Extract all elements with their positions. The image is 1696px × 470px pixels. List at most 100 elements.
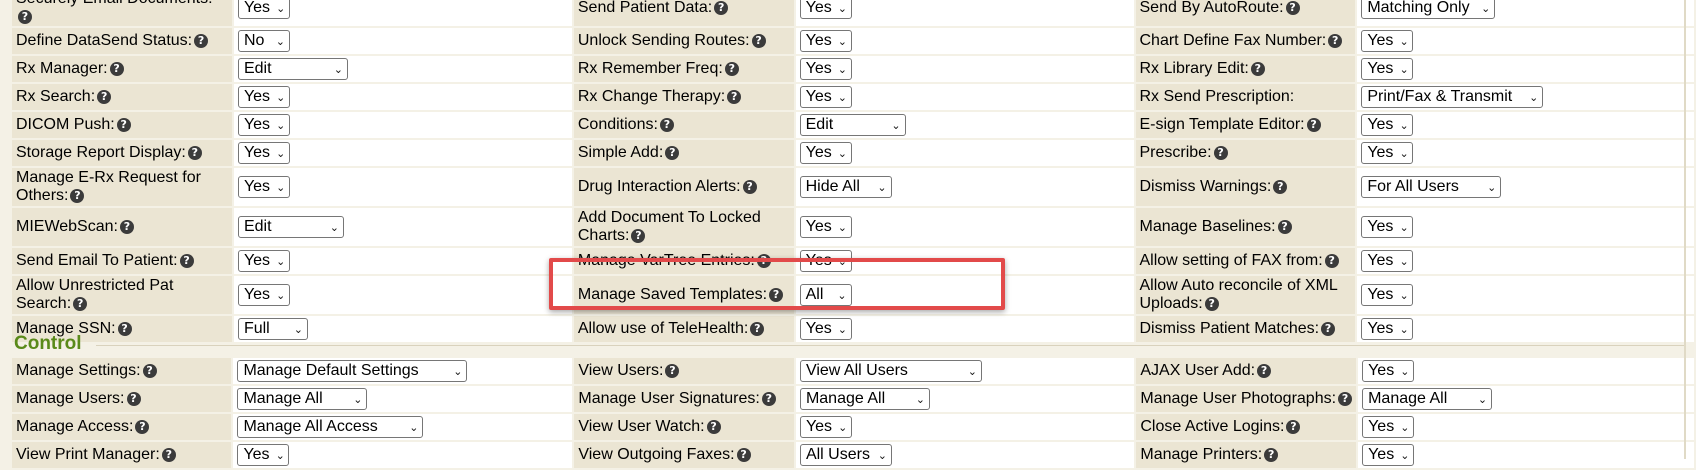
permission-label-cell: Close Active Logins:? <box>1136 414 1357 440</box>
dropdown-select[interactable]: Yes ⌄ <box>1361 58 1414 80</box>
dropdown-select[interactable]: Edit ⌄ <box>237 216 344 238</box>
dropdown-select[interactable]: Yes ⌄ <box>799 86 852 108</box>
dropdown-select[interactable]: View All Users ⌄ <box>799 360 982 382</box>
help-icon[interactable]: ? <box>706 419 721 434</box>
dropdown-value: Manage All <box>1368 390 1448 407</box>
dropdown-select[interactable]: Yes ⌄ <box>1361 142 1414 164</box>
dropdown-select[interactable]: Yes ⌄ <box>1361 318 1414 340</box>
chevron-down-icon: ⌄ <box>275 34 285 48</box>
dropdown-select[interactable]: Yes ⌄ <box>237 142 290 164</box>
help-icon[interactable]: ? <box>70 188 85 203</box>
help-icon[interactable]: ? <box>761 391 776 406</box>
help-icon[interactable]: ? <box>135 419 150 434</box>
dropdown-select[interactable]: Yes ⌄ <box>237 114 290 136</box>
dropdown-select[interactable]: Yes ⌄ <box>237 86 290 108</box>
help-icon[interactable]: ? <box>631 228 646 243</box>
help-icon[interactable]: ? <box>109 61 124 76</box>
dropdown-select[interactable]: Yes ⌄ <box>1362 416 1415 438</box>
help-icon[interactable]: ? <box>751 33 766 48</box>
permission-label: View Print Manager: <box>16 446 160 463</box>
dropdown-select[interactable]: Yes ⌄ <box>799 142 852 164</box>
dropdown-select[interactable]: Hide All ⌄ <box>799 176 892 198</box>
dropdown-select[interactable]: Yes ⌄ <box>799 216 852 238</box>
dropdown-select[interactable]: Manage All ⌄ <box>237 388 368 410</box>
permission-value-cell: Yes ⌄ <box>795 0 1134 26</box>
dropdown-select[interactable]: Yes ⌄ <box>237 284 290 306</box>
permission-value-cell: Yes ⌄ <box>233 84 572 110</box>
dropdown-select[interactable]: Manage All ⌄ <box>1362 388 1493 410</box>
help-icon[interactable]: ? <box>1324 253 1339 268</box>
help-icon[interactable]: ? <box>1321 321 1336 336</box>
dropdown-value: Yes <box>243 252 271 269</box>
dropdown-select[interactable]: Yes ⌄ <box>237 176 290 198</box>
help-icon[interactable]: ? <box>1286 419 1301 434</box>
help-icon[interactable]: ? <box>1213 145 1228 160</box>
help-icon[interactable]: ? <box>73 296 88 311</box>
help-icon[interactable]: ? <box>1328 33 1343 48</box>
dropdown-select[interactable]: Matching Only ⌄ <box>1361 0 1496 19</box>
dropdown-value: Yes <box>1367 320 1394 337</box>
dropdown-select[interactable]: Yes ⌄ <box>1362 360 1415 382</box>
dropdown-select[interactable]: Yes ⌄ <box>799 58 852 80</box>
dropdown-select[interactable]: Yes ⌄ <box>237 444 290 466</box>
help-icon[interactable]: ? <box>665 145 680 160</box>
dropdown-select[interactable]: Yes ⌄ <box>237 0 290 19</box>
help-icon[interactable]: ? <box>724 61 739 76</box>
dropdown-select[interactable]: Print/Fax & Transmit ⌄ <box>1361 86 1544 108</box>
dropdown-select[interactable]: Yes ⌄ <box>1361 30 1414 52</box>
help-icon[interactable]: ? <box>142 363 157 378</box>
help-icon[interactable]: ? <box>126 391 141 406</box>
help-icon[interactable]: ? <box>1273 179 1288 194</box>
dropdown-select[interactable]: For All Users ⌄ <box>1361 176 1502 198</box>
help-icon[interactable]: ? <box>736 447 751 462</box>
help-icon[interactable]: ? <box>1204 296 1219 311</box>
help-icon[interactable]: ? <box>750 321 765 336</box>
help-icon[interactable]: ? <box>97 89 112 104</box>
help-icon[interactable]: ? <box>179 253 194 268</box>
dropdown-select[interactable]: Manage All ⌄ <box>799 388 930 410</box>
help-icon[interactable]: ? <box>119 219 134 234</box>
help-icon[interactable]: ? <box>194 33 209 48</box>
help-icon[interactable]: ? <box>1257 363 1272 378</box>
dropdown-select[interactable]: Manage Default Settings ⌄ <box>237 360 468 382</box>
permission-label-cell: Send Patient Data:? <box>573 0 794 26</box>
help-icon[interactable]: ? <box>727 89 742 104</box>
dropdown-select[interactable]: Yes ⌄ <box>799 416 852 438</box>
dropdown-select[interactable]: Yes ⌄ <box>1361 284 1414 306</box>
help-icon[interactable]: ? <box>117 321 132 336</box>
help-icon[interactable]: ? <box>1338 391 1353 406</box>
dropdown-select[interactable]: Yes ⌄ <box>1361 216 1414 238</box>
help-icon[interactable]: ? <box>18 9 32 24</box>
permission-value-cell: Manage Default Settings ⌄ <box>233 358 573 384</box>
help-icon[interactable]: ? <box>1264 447 1279 462</box>
permission-value-cell: Manage All Access ⌄ <box>233 414 573 440</box>
dropdown-select[interactable]: Edit ⌄ <box>799 114 906 136</box>
dropdown-select[interactable]: Yes ⌄ <box>237 250 290 272</box>
dropdown-select[interactable]: Manage All Access ⌄ <box>237 416 424 438</box>
chevron-down-icon: ⌄ <box>1399 254 1409 268</box>
help-icon[interactable]: ? <box>1277 219 1292 234</box>
dropdown-select[interactable]: Yes ⌄ <box>1361 114 1414 136</box>
dropdown-select[interactable]: Yes ⌄ <box>799 318 852 340</box>
permission-label: Manage Settings: <box>16 362 141 379</box>
help-icon[interactable]: ? <box>161 447 176 462</box>
help-icon[interactable]: ? <box>665 363 680 378</box>
permission-value-cell: Yes ⌄ <box>233 442 573 468</box>
help-icon[interactable]: ? <box>659 117 674 132</box>
help-icon[interactable]: ? <box>714 0 729 15</box>
dropdown-select[interactable]: Yes ⌄ <box>1361 250 1414 272</box>
permission-value-cell: Yes ⌄ <box>233 112 572 138</box>
dropdown-select[interactable]: Yes ⌄ <box>799 30 852 52</box>
help-icon[interactable]: ? <box>1250 61 1265 76</box>
dropdown-select[interactable]: Yes ⌄ <box>799 0 852 19</box>
help-icon[interactable]: ? <box>116 117 131 132</box>
help-icon[interactable]: ? <box>1306 117 1321 132</box>
dropdown-select[interactable]: Yes ⌄ <box>1362 444 1415 466</box>
dropdown-select[interactable]: No ⌄ <box>237 30 290 52</box>
dropdown-select[interactable]: Full ⌄ <box>237 318 308 340</box>
dropdown-select[interactable]: Edit ⌄ <box>237 58 348 80</box>
help-icon[interactable]: ? <box>742 179 757 194</box>
help-icon[interactable]: ? <box>1285 0 1300 15</box>
help-icon[interactable]: ? <box>187 145 202 160</box>
dropdown-select[interactable]: All Users ⌄ <box>799 444 892 466</box>
